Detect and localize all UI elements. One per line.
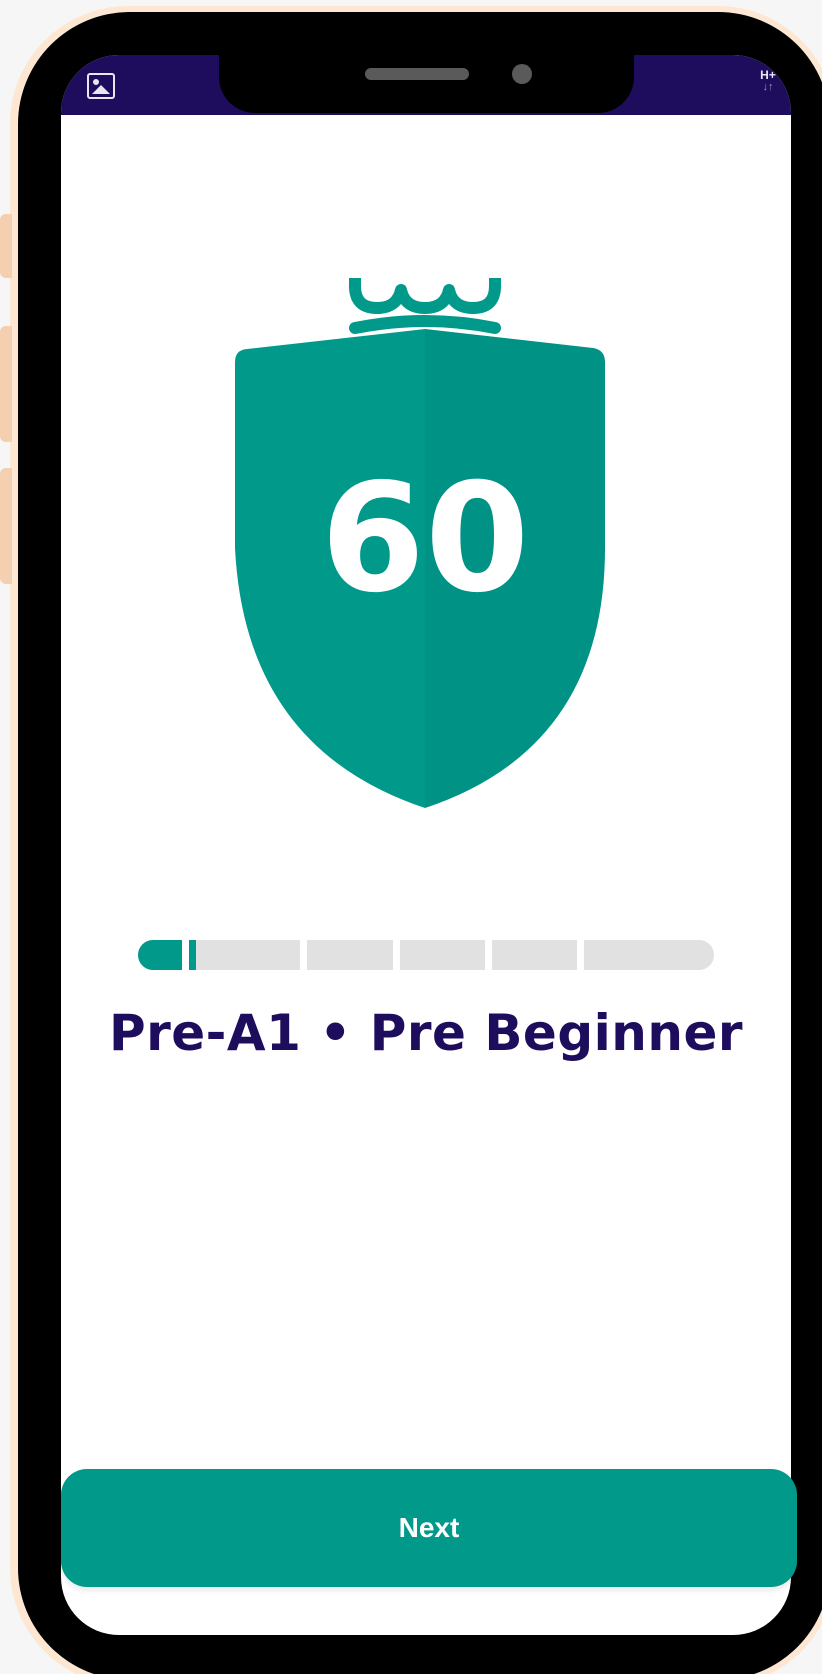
level-title: Pre-A1 • Pre Beginner [108,1004,744,1062]
network-type-label: H+ [760,68,776,82]
phone-mockup: H+ ↓↑ 60 Pre-A1 • Pre Beginner Next [0,0,822,1674]
progress-segment-divider [182,940,189,970]
speaker-grille [365,68,469,80]
crown-icon [349,278,501,334]
data-arrows-icon: ↓↑ [762,81,774,93]
progress-segment-divider [300,940,307,970]
level-progress-bar [138,940,714,970]
side-button-volume-down [0,468,12,584]
image-icon [87,73,115,99]
network-indicator: H+ ↓↑ [757,69,779,93]
device-notch [219,55,634,113]
front-camera [512,64,532,84]
progress-segment-divider [485,940,492,970]
side-button-mute [0,214,12,278]
next-button[interactable]: Next [61,1469,797,1587]
progress-segment-divider [577,940,584,970]
side-button-volume-up [0,326,12,442]
level-badge: 60 [235,278,605,808]
score-value: 60 [321,452,530,626]
progress-segment-divider [393,940,400,970]
